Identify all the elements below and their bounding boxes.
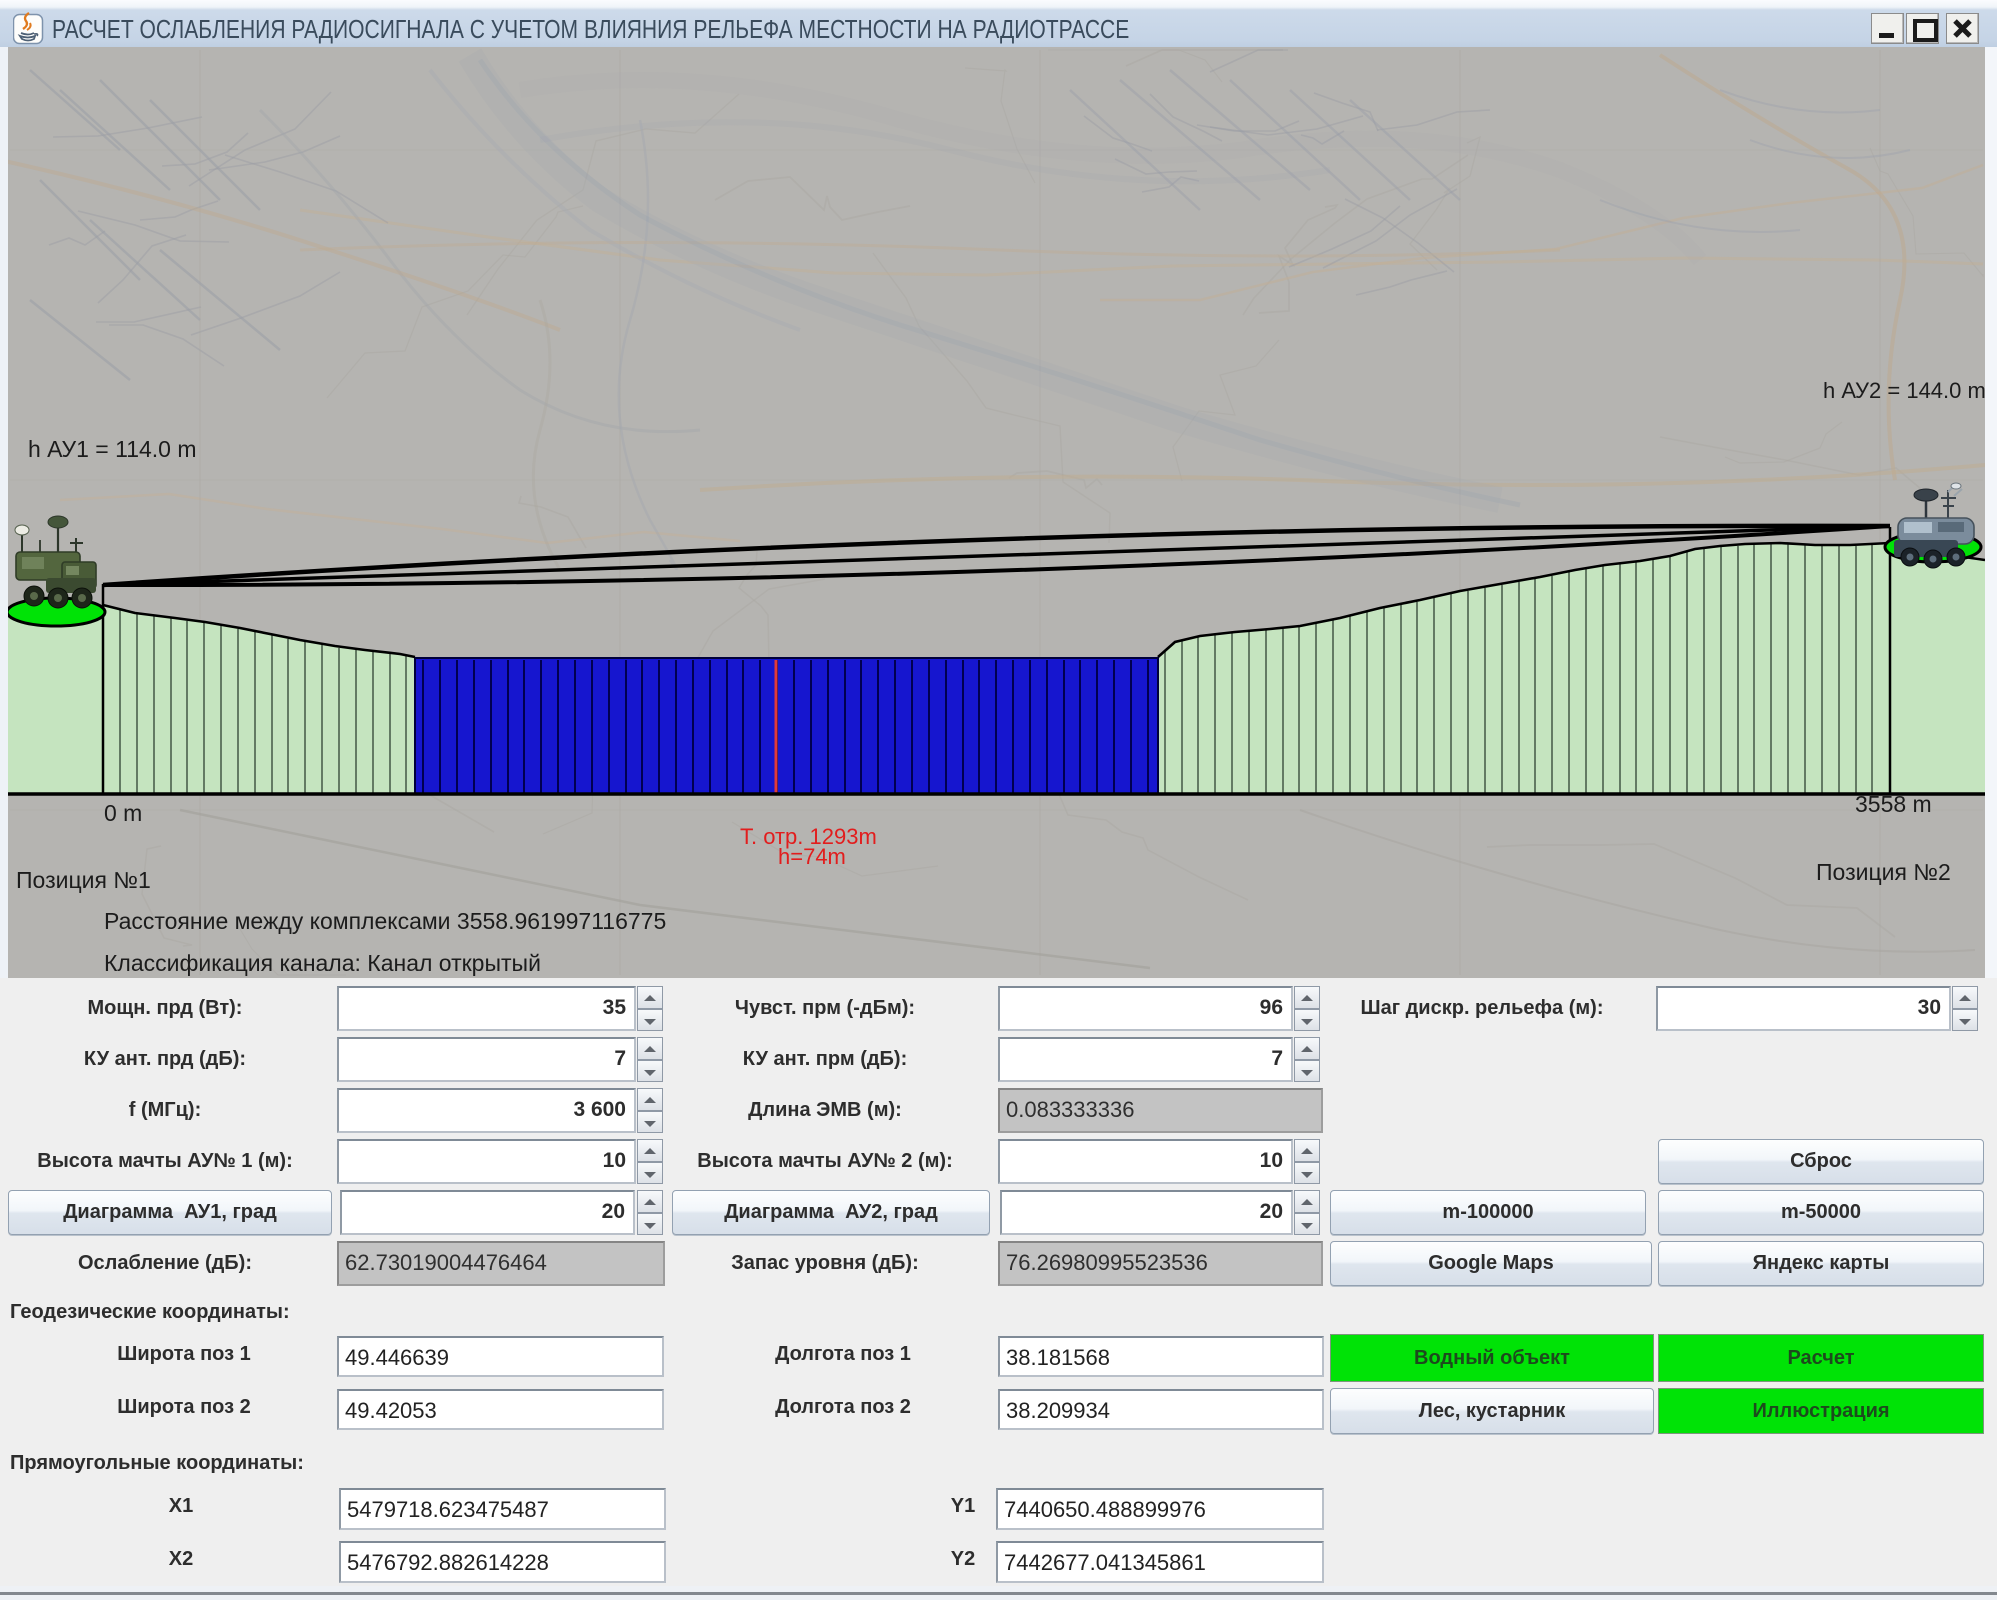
svg-text:3558 m: 3558 m bbox=[1855, 791, 1932, 817]
svg-text:h АУ1 = 114.0 m: h АУ1 = 114.0 m bbox=[28, 436, 197, 462]
svg-text:Расстояние между комплексами: Расстояние между комплексами 3558.961997… bbox=[104, 908, 666, 934]
svg-text:h=74m: h=74m bbox=[778, 844, 846, 869]
svg-text:Классификация канала: Канал о: Классификация канала: Канал открытый bbox=[104, 950, 541, 976]
svg-text:Позиция №2: Позиция №2 bbox=[1816, 859, 1951, 885]
svg-text:Позиция №1: Позиция №1 bbox=[16, 867, 151, 893]
svg-text:h АУ2 = 144.0 m: h АУ2 = 144.0 m bbox=[1823, 378, 1985, 403]
svg-text:0 m: 0 m bbox=[104, 800, 142, 826]
